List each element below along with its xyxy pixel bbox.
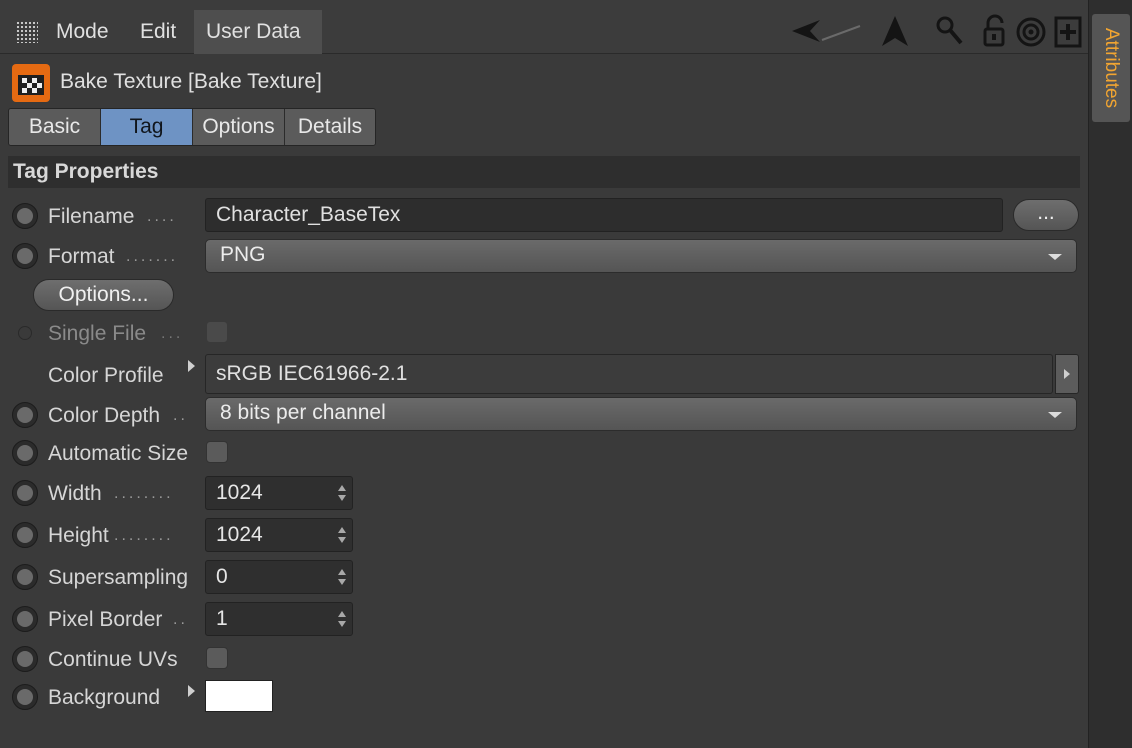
continue-uvs-label: Continue UVs [48, 648, 178, 671]
tab-options[interactable]: Options [193, 109, 285, 145]
filename-row: Filename .... Character_BaseTex ... [0, 196, 1088, 236]
pixel-border-row: Pixel Border .. 1 [0, 599, 1088, 639]
options-button[interactable]: Options... [33, 279, 174, 311]
single-file-checkbox [206, 321, 228, 343]
animate-toggle-icon[interactable] [12, 606, 38, 632]
side-tab-strip: Attributes [1088, 0, 1132, 748]
filename-field[interactable]: Character_BaseTex [205, 198, 1003, 232]
chevron-down-icon [1048, 412, 1062, 418]
width-field[interactable]: 1024 [205, 476, 353, 510]
supersampling-value: 0 [216, 565, 228, 588]
color-profile-menu-button[interactable] [1055, 354, 1079, 394]
search-icon[interactable] [934, 14, 964, 48]
tab-attributes[interactable]: Attributes [1092, 14, 1130, 122]
width-row: Width ........ 1024 [0, 473, 1088, 513]
color-depth-dropdown[interactable]: 8 bits per channel [205, 397, 1077, 431]
format-label: Format [48, 245, 115, 268]
height-label: Height [48, 524, 109, 547]
section-header: Tag Properties [8, 156, 1080, 188]
continue-uvs-row: Continue UVs [0, 639, 1088, 679]
new-panel-icon[interactable] [1054, 14, 1082, 48]
height-row: Height ........ 1024 [0, 515, 1088, 555]
supersampling-label: Supersampling [48, 566, 189, 589]
object-title: Bake Texture [Bake Texture] [60, 70, 322, 93]
expand-arrow-icon[interactable] [188, 360, 195, 372]
format-dropdown[interactable]: PNG [205, 239, 1077, 273]
cursor-arrow-icon[interactable] [880, 14, 910, 48]
width-value: 1024 [216, 481, 263, 504]
background-label: Background [48, 686, 161, 709]
chevron-right-icon [1064, 369, 1070, 379]
animate-toggle-icon[interactable] [12, 402, 38, 428]
pixel-border-value: 1 [216, 607, 228, 630]
stepper-arrows-icon[interactable] [338, 611, 346, 627]
automatic-size-row: Automatic Size [0, 434, 1088, 474]
menu-mode[interactable]: Mode [44, 10, 121, 54]
animate-toggle-icon [18, 326, 32, 340]
stepper-arrows-icon[interactable] [338, 527, 346, 543]
section-title: Tag Properties [13, 160, 159, 183]
animate-toggle-icon[interactable] [12, 522, 38, 548]
color-profile-label: Color Profile [48, 364, 164, 387]
filename-label: Filename [48, 205, 135, 228]
animate-toggle-icon[interactable] [12, 243, 38, 269]
expand-arrow-icon[interactable] [188, 685, 195, 697]
animate-toggle-icon[interactable] [12, 440, 38, 466]
continue-uvs-checkbox[interactable] [206, 647, 228, 669]
background-row: Background [0, 677, 1088, 717]
automatic-size-label: Automatic Size [48, 442, 189, 465]
tab-bar: Basic Tag Options Details [8, 108, 376, 146]
animate-toggle-icon[interactable] [12, 564, 38, 590]
menu-user-data[interactable]: User Data [194, 10, 322, 54]
animate-toggle-icon[interactable] [12, 203, 38, 229]
format-value: PNG [220, 243, 266, 266]
pixel-border-field[interactable]: 1 [205, 602, 353, 636]
color-profile-field: sRGB IEC61966-2.1 [205, 354, 1053, 394]
menu-edit[interactable]: Edit [128, 10, 188, 54]
menubar: Mode Edit User Data [0, 0, 1088, 54]
back-arrow-icon[interactable] [790, 14, 862, 48]
tab-attributes-label: Attributes [1101, 27, 1122, 109]
bake-texture-icon [12, 64, 50, 102]
width-label: Width [48, 482, 102, 505]
height-field[interactable]: 1024 [205, 518, 353, 552]
color-depth-value: 8 bits per channel [220, 401, 386, 424]
animate-toggle-icon[interactable] [12, 646, 38, 672]
color-profile-row: Color Profile sRGB IEC61966-2.1 [0, 354, 1088, 394]
animate-toggle-icon[interactable] [12, 684, 38, 710]
tab-details[interactable]: Details [285, 109, 375, 145]
single-file-row: Single File ... [0, 314, 1088, 354]
height-value: 1024 [216, 523, 263, 546]
supersampling-field[interactable]: 0 [205, 560, 353, 594]
lock-icon[interactable] [980, 14, 1010, 48]
browse-button[interactable]: ... [1013, 199, 1079, 231]
color-depth-label: Color Depth [48, 404, 161, 427]
color-depth-row: Color Depth .. 8 bits per channel [0, 395, 1088, 435]
tab-basic[interactable]: Basic [9, 109, 101, 145]
grip-icon[interactable] [16, 21, 38, 43]
stepper-arrows-icon[interactable] [338, 485, 346, 501]
pixel-border-label: Pixel Border [48, 608, 163, 631]
supersampling-row: Supersampling 0 [0, 557, 1088, 597]
background-color-swatch[interactable] [205, 680, 273, 712]
chevron-down-icon [1048, 254, 1062, 260]
animate-toggle-icon[interactable] [12, 480, 38, 506]
automatic-size-checkbox[interactable] [206, 441, 228, 463]
single-file-label: Single File [48, 322, 147, 345]
target-icon[interactable] [1016, 14, 1046, 48]
tab-tag[interactable]: Tag [101, 109, 193, 145]
stepper-arrows-icon[interactable] [338, 569, 346, 585]
format-row: Format ....... PNG [0, 237, 1088, 277]
